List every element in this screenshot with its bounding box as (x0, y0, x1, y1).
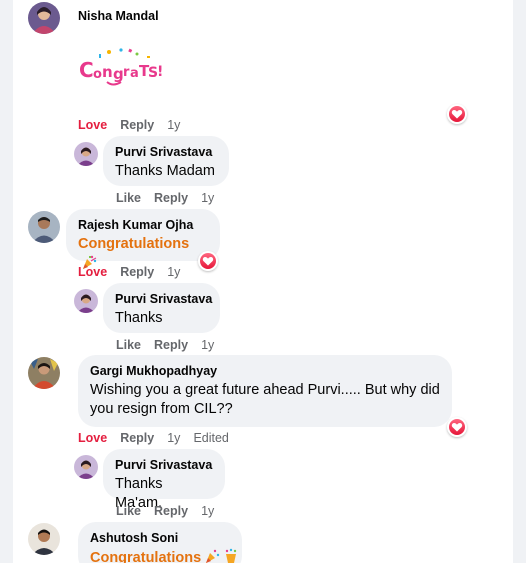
party-popper-icon (206, 549, 220, 563)
like-link[interactable]: Like (116, 503, 141, 519)
like-link[interactable]: Like (116, 190, 141, 206)
comment-actions: Love Reply 1y Edited (78, 430, 242, 446)
reply-link[interactable]: Reply (154, 337, 188, 353)
reply-bubble: Purvi Srivastava Thanks (103, 283, 220, 333)
edited-label[interactable]: Edited (193, 430, 228, 446)
love-reaction-badge[interactable] (447, 417, 467, 437)
comment-text-line-2: you resign from CIL?? (90, 401, 233, 417)
comments-page: Nisha Mandal C o n g r a T S ! Love Repl… (0, 0, 526, 563)
comments-panel: Nisha Mandal C o n g r a T S ! Love Repl… (13, 0, 513, 563)
reply-author[interactable]: Purvi Srivastava (115, 291, 212, 307)
comment-author[interactable]: Rajesh Kumar Ojha (78, 217, 208, 233)
svg-text:C: C (79, 58, 94, 82)
congrats-sticker: C o n g r a T S ! (77, 46, 163, 90)
congrats-sticker-graphic: C o n g r a T S ! (79, 48, 163, 86)
reply-actions: Like Reply 1y (116, 337, 227, 353)
svg-text:!: ! (157, 64, 163, 80)
comment-bubble: Ashutosh Soni Congratulations (78, 522, 242, 563)
love-link[interactable]: Love (78, 117, 107, 133)
avatar-purvi-srivastava[interactable] (74, 142, 98, 166)
reply-bubble: Purvi Srivastava Thanks Madam (103, 136, 229, 186)
comment-text: Congratulations (90, 548, 237, 563)
comment-text-line-1: Wishing you a great future ahead Purvi..… (90, 382, 440, 398)
heart-icon (451, 110, 463, 119)
comment-bubble: Rajesh Kumar Ojha Congratulations (66, 209, 220, 269)
heart-icon (451, 423, 463, 432)
timestamp[interactable]: 1y (201, 190, 214, 206)
love-reaction-badge[interactable] (198, 251, 218, 271)
reply-actions: Like Reply 1y (116, 190, 227, 206)
timestamp[interactable]: 1y (167, 264, 180, 280)
comment-author[interactable]: Nisha Mandal (78, 8, 159, 24)
reply-link[interactable]: Reply (120, 430, 154, 446)
svg-text:a: a (130, 66, 139, 81)
congratulations-text: Congratulations (90, 550, 202, 563)
comment-actions: Love Reply 1y (78, 117, 193, 133)
scrollbar-track[interactable] (520, 0, 526, 563)
reply-link[interactable]: Reply (154, 503, 188, 519)
avatar-rajesh-kumar-ojha[interactable] (28, 211, 60, 243)
avatar-gargi-mukhopadhyay[interactable] (28, 357, 60, 389)
avatar-purvi-srivastava[interactable] (74, 289, 98, 313)
comment-author[interactable]: Gargi Mukhopadhyay (90, 363, 440, 379)
love-reaction-badge[interactable] (447, 104, 467, 124)
reply-bubble: Purvi Srivastava Thanks Ma'am. (103, 449, 225, 511)
reply-author[interactable]: Purvi Srivastava (115, 457, 213, 473)
timestamp[interactable]: 1y (167, 117, 180, 133)
love-link[interactable]: Love (78, 264, 107, 280)
svg-text:r: r (123, 65, 130, 80)
congratulations-text: Congratulations (78, 236, 190, 252)
timestamp[interactable]: 1y (201, 503, 214, 519)
timestamp[interactable]: 1y (167, 430, 180, 446)
reply-text: Thanks (115, 310, 163, 326)
avatar-nisha-mandal[interactable] (28, 2, 60, 34)
avatar-ashutosh-soni[interactable] (28, 523, 60, 555)
like-link[interactable]: Like (116, 337, 141, 353)
love-link[interactable]: Love (78, 430, 107, 446)
reply-actions: Like Reply 1y (116, 503, 227, 519)
comment-author[interactable]: Ashutosh Soni (90, 530, 230, 546)
svg-text:n: n (102, 63, 113, 81)
reply-author[interactable]: Purvi Srivastava (115, 144, 217, 160)
heart-icon (202, 257, 214, 266)
reply-text: Thanks Madam (115, 163, 215, 179)
reply-link[interactable]: Reply (154, 190, 188, 206)
comment-bubble: Gargi Mukhopadhyay Wishing you a great f… (78, 355, 452, 427)
comment-actions: Love Reply 1y (78, 264, 193, 280)
confetti-icon (225, 548, 237, 563)
timestamp[interactable]: 1y (201, 337, 214, 353)
reply-link[interactable]: Reply (120, 264, 154, 280)
reply-link[interactable]: Reply (120, 117, 154, 133)
svg-text:o: o (93, 67, 102, 82)
avatar-purvi-srivastava[interactable] (74, 455, 98, 479)
